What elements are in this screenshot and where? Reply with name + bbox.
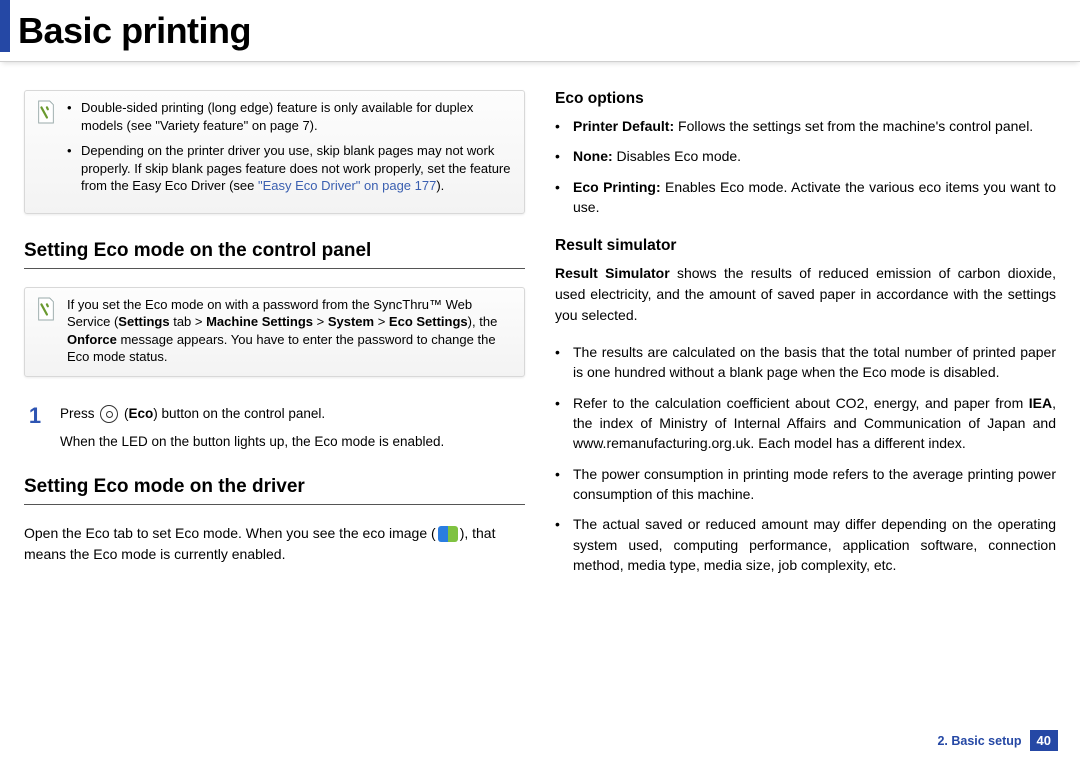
body-paragraph: Open the Eco tab to set Eco mode. When y… — [24, 523, 525, 565]
title-accent — [0, 0, 10, 52]
title-bar: Basic printing — [0, 0, 1080, 62]
chapter-label[interactable]: 2. Basic setup — [937, 734, 1021, 748]
list-item: Eco Printing: Enables Eco mode. Activate… — [555, 177, 1056, 218]
section-heading: Setting Eco mode on the driver — [24, 476, 525, 498]
eco-badge-icon — [438, 526, 458, 542]
list-item: The actual saved or reduced amount may d… — [555, 514, 1056, 575]
content-columns: Double-sided printing (long edge) featur… — [0, 62, 1080, 595]
note-body: If you set the Eco mode on with a passwo… — [67, 296, 514, 366]
note-body: Double-sided printing (long edge) featur… — [67, 99, 514, 203]
list-item: Refer to the calculation coefficient abo… — [555, 393, 1056, 454]
step-row: 1 Press (Eco) button on the control pane… — [24, 403, 525, 452]
list-item: Printer Default: Follows the settings se… — [555, 116, 1056, 136]
note-box-duplex: Double-sided printing (long edge) featur… — [24, 90, 525, 214]
note-item: Double-sided printing (long edge) featur… — [67, 99, 514, 134]
note-item: Depending on the printer driver you use,… — [67, 142, 514, 195]
step-body: Press (Eco) button on the control panel.… — [60, 403, 444, 452]
subsection-heading: Eco options — [555, 90, 1056, 108]
note-icon — [35, 99, 57, 203]
right-column: Eco options Printer Default: Follows the… — [555, 90, 1056, 595]
note-icon — [35, 296, 57, 366]
body-paragraph: Result Simulator shows the results of re… — [555, 263, 1056, 326]
cross-reference-link[interactable]: "Easy Eco Driver" on page 177 — [258, 178, 436, 193]
subsection-heading: Result simulator — [555, 237, 1056, 255]
list-item: The results are calculated on the basis … — [555, 342, 1056, 383]
step-number: 1 — [24, 403, 46, 452]
page-footer: 2. Basic setup 40 — [937, 730, 1058, 751]
note-box-password: If you set the Eco mode on with a passwo… — [24, 287, 525, 377]
list-item: None: Disables Eco mode. — [555, 146, 1056, 166]
result-bullets: The results are calculated on the basis … — [555, 342, 1056, 575]
eco-button-icon — [100, 405, 118, 423]
section-rule — [24, 268, 525, 269]
page-title: Basic printing — [18, 10, 251, 52]
page-number: 40 — [1030, 730, 1058, 751]
left-column: Double-sided printing (long edge) featur… — [24, 90, 525, 595]
section-rule — [24, 504, 525, 505]
list-item: The power consumption in printing mode r… — [555, 464, 1056, 505]
section-heading: Setting Eco mode on the control panel — [24, 240, 525, 262]
eco-options-list: Printer Default: Follows the settings se… — [555, 116, 1056, 217]
